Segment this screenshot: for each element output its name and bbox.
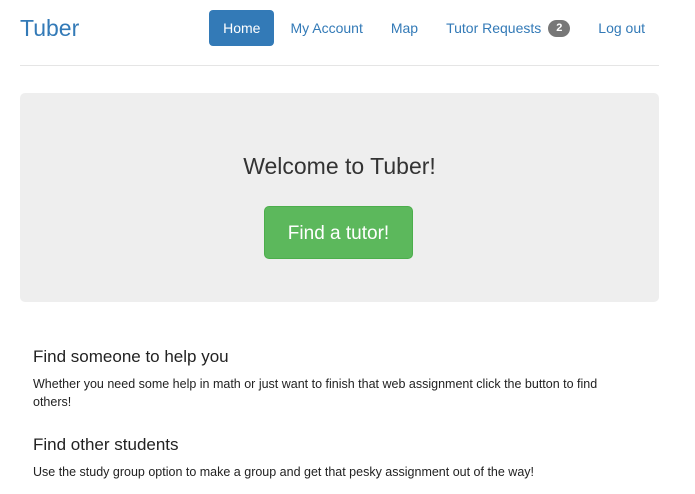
- section-body: Use the study group option to make a gro…: [33, 465, 535, 479]
- section-heading: Find someone to help you: [33, 347, 229, 366]
- nav-home[interactable]: Home: [209, 10, 275, 46]
- navbar: Tuber Home My Account Map Tutor Requests…: [20, 0, 659, 66]
- section-find-students: Find other students Use the study group …: [33, 434, 633, 481]
- section-body: Whether you need some help in math or ju…: [33, 377, 598, 409]
- nav-log-out[interactable]: Log out: [584, 10, 659, 46]
- page: Tuber Home My Account Map Tutor Requests…: [0, 0, 695, 494]
- nav-menu: Home My Account Map Tutor Requests 2 Log…: [209, 10, 659, 46]
- nav-tutor-requests-label: Tutor Requests: [446, 20, 542, 36]
- section-find-help: Find someone to help you Whether you nee…: [33, 346, 633, 411]
- find-a-tutor-button[interactable]: Find a tutor!: [264, 206, 413, 259]
- brand-logo-link[interactable]: Tuber: [20, 14, 79, 42]
- nav-map[interactable]: Map: [377, 10, 432, 46]
- nav-tutor-requests[interactable]: Tutor Requests 2: [432, 10, 584, 46]
- nav-my-account[interactable]: My Account: [276, 10, 376, 46]
- welcome-jumbotron: Welcome to Tuber! Find a tutor!: [20, 93, 659, 302]
- welcome-title: Welcome to Tuber!: [243, 153, 436, 179]
- tutor-requests-count-badge: 2: [548, 19, 571, 37]
- section-heading: Find other students: [33, 435, 179, 454]
